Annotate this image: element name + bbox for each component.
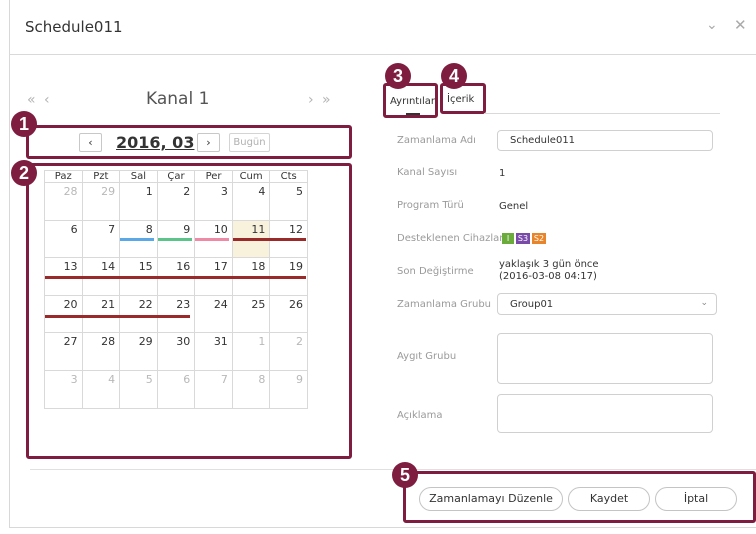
calendar-day[interactable]: 29 — [119, 332, 158, 371]
last-modified-label: Son Değiştirme — [397, 266, 474, 277]
weekday-header: Pzt — [81, 170, 121, 183]
description-label: Açıklama — [397, 410, 443, 421]
calendar-day[interactable]: 6 — [156, 369, 196, 409]
device-group-field[interactable] — [497, 333, 713, 384]
calendar-day[interactable]: 26 — [269, 294, 308, 334]
channel-next-nav[interactable]: › » — [308, 92, 333, 108]
edit-schedule-button[interactable]: Zamanlamayı Düzenle — [419, 487, 563, 511]
marker-badge-5: 5 — [392, 462, 418, 488]
channel-title: Kanal 1 — [146, 89, 210, 109]
calendar-day[interactable]: 9 — [269, 369, 308, 409]
tab-content[interactable]: İçerik — [447, 94, 474, 105]
tab-divider — [484, 113, 720, 114]
supported-devices-label: Desteklenen Cihazlar — [397, 233, 504, 244]
marker-badge-1: 1 — [11, 111, 37, 137]
calendar-day[interactable]: 28 — [81, 332, 121, 371]
calendar-day[interactable]: 29 — [81, 182, 121, 221]
program-type-label: Program Türü — [397, 200, 464, 211]
device-badge: S2 — [532, 233, 546, 244]
schedule-group-select[interactable]: Group01 ⌄ — [497, 293, 717, 315]
calendar-day[interactable]: 2 — [156, 182, 196, 221]
calendar-day[interactable]: 5 — [269, 182, 308, 221]
next-month-button[interactable]: › — [197, 133, 220, 152]
calendar-day[interactable]: 8 — [231, 369, 271, 409]
weekday-header: Cum — [231, 170, 271, 183]
calendar-day[interactable]: 5 — [119, 369, 158, 409]
device-badge: S3 — [516, 233, 530, 244]
schedule-group-label: Zamanlama Grubu — [397, 299, 492, 310]
dialog-title: Schedule011 — [25, 18, 123, 36]
weekday-header: Cts — [269, 170, 308, 183]
channel-count-label: Kanal Sayısı — [397, 167, 458, 178]
channel-prev-nav[interactable]: « ‹ — [27, 92, 52, 108]
calendar-day[interactable]: 30 — [156, 332, 196, 371]
calendar-day[interactable]: 24 — [194, 294, 233, 334]
cancel-button[interactable]: İptal — [655, 487, 737, 511]
device-group-label: Aygıt Grubu — [397, 351, 457, 362]
chevron-down-icon[interactable]: ⌄ — [706, 17, 718, 33]
calendar-day[interactable]: 4 — [81, 369, 121, 409]
channel-count-value: 1 — [499, 168, 506, 179]
event-bar-dark-red[interactable] — [45, 276, 306, 279]
last-modified-timestamp: (2016-03-08 04:17) — [499, 271, 597, 282]
event-bar-blue[interactable] — [120, 238, 154, 241]
month-label[interactable]: 2016, 03 — [116, 133, 194, 152]
calendar-day[interactable]: 1 — [119, 182, 158, 221]
today-button[interactable]: Bugün — [229, 133, 270, 152]
close-icon[interactable]: ✕ — [734, 16, 747, 34]
event-bar-dark-red[interactable] — [45, 315, 190, 318]
marker-badge-3: 3 — [385, 63, 411, 89]
prev-month-button[interactable]: ‹ — [79, 133, 102, 152]
calendar-day[interactable]: 2 — [269, 332, 308, 371]
calendar-day[interactable]: 31 — [194, 332, 233, 371]
schedule-group-value: Group01 — [510, 299, 554, 310]
weekday-header: Per — [194, 170, 233, 183]
weekday-header: Çar — [156, 170, 196, 183]
program-type-value: Genel — [499, 201, 529, 212]
calendar-day[interactable]: 4 — [231, 182, 271, 221]
month-calendar: Paz Pzt Sal Çar Per Cum Cts 28 29 1 2 3 … — [44, 170, 308, 409]
schedule-name-label: Zamanlama Adı — [397, 135, 476, 146]
weekday-header: Sal — [119, 170, 158, 183]
marker-badge-2: 2 — [11, 160, 37, 186]
last-modified-relative: yaklaşık 3 gün önce — [499, 259, 599, 270]
marker-badge-4: 4 — [441, 63, 467, 89]
calendar-day[interactable]: 25 — [231, 294, 271, 334]
event-bar-dark-red[interactable] — [233, 238, 306, 241]
schedule-name-input[interactable]: Schedule011 — [497, 130, 713, 151]
calendar-day[interactable]: 3 — [44, 369, 83, 409]
device-badge: I — [502, 233, 514, 244]
title-divider — [9, 54, 756, 55]
calendar-day[interactable]: 27 — [44, 332, 83, 371]
calendar-day[interactable]: 3 — [194, 182, 233, 221]
weekday-header: Paz — [44, 170, 83, 183]
save-button[interactable]: Kaydet — [568, 487, 650, 511]
calendar-day[interactable]: 7 — [81, 219, 121, 259]
tab-details-underline — [406, 113, 420, 115]
tab-details[interactable]: Ayrıntılar — [390, 96, 435, 107]
calendar-day[interactable]: 1 — [231, 332, 271, 371]
calendar-day[interactable]: 28 — [44, 182, 83, 221]
calendar-day[interactable]: 6 — [44, 219, 83, 259]
calendar-day[interactable]: 7 — [194, 369, 233, 409]
event-bar-green[interactable] — [158, 238, 192, 241]
description-field[interactable] — [497, 394, 713, 433]
event-bar-pink[interactable] — [195, 238, 229, 241]
chevron-down-icon: ⌄ — [700, 298, 708, 308]
